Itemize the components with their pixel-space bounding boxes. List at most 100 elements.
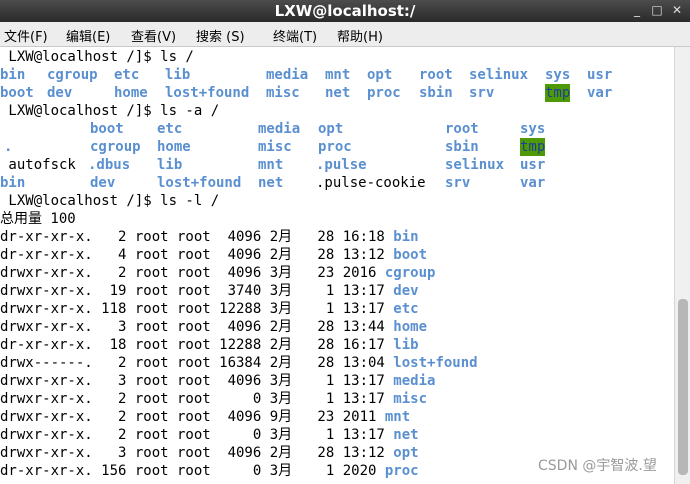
directory-entry: boot xyxy=(393,247,428,263)
terminal-line: drwxr-xr-x. 3 root root 4096 2月 28 13:12… xyxy=(0,444,419,462)
terminal-text: LXW@localhost /]$ ls -l / xyxy=(0,193,220,209)
terminal-line: drwxr-xr-x. 2 root root 4096 3月 23 2016 … xyxy=(0,264,435,282)
menu-help[interactable]: 帮助(H) xyxy=(337,26,383,45)
directory-entry: lib xyxy=(157,157,183,173)
menu-search[interactable]: 搜索 (S) xyxy=(196,26,245,45)
directory-entry: tmp xyxy=(545,84,571,102)
directory-entry: net xyxy=(393,427,419,443)
directory-entry: cgroup xyxy=(90,139,141,155)
directory-entry: misc xyxy=(393,391,428,407)
terminal-line: drwxr-xr-x. 3 root root 4096 3月 1 13:17 … xyxy=(0,372,435,390)
terminal-text: drwxr-xr-x. 3 root root 4096 2月 28 13:12 xyxy=(0,445,394,461)
terminal-line: dr-xr-xr-x. 18 root root 12288 2月 28 16:… xyxy=(0,336,419,354)
terminal-line: dr-xr-xr-x. 2 root root 4096 2月 28 16:18… xyxy=(0,228,419,246)
terminal-line: drwxr-xr-x. 3 root root 4096 2月 28 13:44… xyxy=(0,318,427,336)
directory-entry: sys xyxy=(520,121,546,137)
maximize-icon[interactable]: □ xyxy=(650,3,664,17)
directory-entry: sys xyxy=(545,67,571,83)
terminal-text: .pulse-cookie xyxy=(316,175,426,191)
menu-terminal[interactable]: 终端(T) xyxy=(273,26,317,45)
terminal-line: drwxr-xr-x. 2 root root 0 3月 1 13:17 mis… xyxy=(0,390,427,408)
directory-entry: dev xyxy=(90,175,116,191)
directory-entry: home xyxy=(393,319,428,335)
directory-entry: misc xyxy=(266,85,300,101)
directory-entry: etc xyxy=(393,301,419,317)
scrollbar[interactable] xyxy=(674,47,690,484)
directory-entry: lost+found xyxy=(393,355,478,371)
terminal-text: dr-xr-xr-x. 2 root root 4096 2月 28 16:18 xyxy=(0,229,394,245)
menu-bar: 文件(F) 编辑(E) 查看(V) 搜索 (S) 终端(T) 帮助(H) xyxy=(0,22,690,47)
terminal-text: dr-xr-xr-x. 156 root root 0 3月 1 2020 xyxy=(0,463,385,479)
terminal-text: drwxr-xr-x. 2 root root 0 3月 1 13:17 xyxy=(0,391,394,407)
directory-entry: dev xyxy=(47,85,73,101)
directory-entry: sbin xyxy=(445,139,479,155)
terminal-text: LXW@localhost /]$ ls -a / xyxy=(0,103,220,119)
directory-entry: cgroup xyxy=(384,265,436,281)
terminal-line: drwxr-xr-x. 118 root root 12288 3月 1 13:… xyxy=(0,300,419,318)
directory-entry: misc xyxy=(258,139,292,155)
terminal-line: drwxr-xr-x. 2 root root 0 3月 1 13:17 net xyxy=(0,426,419,444)
directory-entry: bin xyxy=(0,67,26,83)
directory-entry: media xyxy=(258,121,301,137)
terminal-text: 总用量 100 xyxy=(0,211,76,227)
terminal-line: dr-xr-xr-x. 4 root root 4096 2月 28 13:12… xyxy=(0,246,427,264)
directory-entry: selinux xyxy=(469,67,529,83)
terminal-text: drwxr-xr-x. 2 root root 4096 3月 23 2016 xyxy=(0,265,385,281)
directory-entry: sbin xyxy=(419,85,453,101)
directory-entry: tmp xyxy=(520,138,546,156)
directory-entry: net xyxy=(325,85,351,101)
terminal-text: autofsck xyxy=(0,157,76,173)
directory-entry: boot xyxy=(0,85,34,101)
terminal-text: dr-xr-xr-x. 18 root root 12288 2月 28 16:… xyxy=(0,337,394,353)
terminal-line: 总用量 100 xyxy=(0,210,76,228)
window-titlebar: LXW@localhost:/ _ □ ✕ xyxy=(0,0,690,22)
directory-entry: media xyxy=(393,373,436,389)
close-icon[interactable]: ✕ xyxy=(670,3,684,17)
directory-entry: opt xyxy=(367,67,393,83)
directory-entry: root xyxy=(445,121,479,137)
terminal-text: drwxr-xr-x. 2 root root 4096 9月 23 2011 xyxy=(0,409,385,425)
directory-entry: usr xyxy=(587,67,613,83)
directory-entry: .pulse xyxy=(316,157,367,173)
menu-edit[interactable]: 编辑(E) xyxy=(66,26,110,45)
directory-entry: proc xyxy=(367,85,401,101)
directory-entry: lib xyxy=(393,337,419,353)
menu-view[interactable]: 查看(V) xyxy=(131,26,176,45)
scrollbar-thumb[interactable] xyxy=(678,299,688,475)
terminal-line: LXW@localhost /]$ ls / xyxy=(0,48,193,66)
directory-entry: mnt xyxy=(325,67,351,83)
directory-entry: cgroup xyxy=(47,67,98,83)
directory-entry: var xyxy=(520,175,546,191)
terminal-text: drwxr-xr-x. 3 root root 4096 2月 28 13:44 xyxy=(0,319,394,335)
terminal-line: drwxr-xr-x. 19 root root 3740 3月 1 13:17… xyxy=(0,282,419,300)
directory-entry: bin xyxy=(393,229,419,245)
directory-entry: opt xyxy=(393,445,419,461)
directory-entry: bin xyxy=(0,175,26,191)
directory-entry: net xyxy=(258,175,284,191)
directory-entry: . xyxy=(4,139,13,155)
directory-entry: .dbus xyxy=(88,157,131,173)
terminal-line: drwxr-xr-x. 2 root root 4096 9月 23 2011 … xyxy=(0,408,410,426)
terminal-text: drwxr-xr-x. 19 root root 3740 3月 1 13:17 xyxy=(0,283,394,299)
directory-entry: opt xyxy=(318,121,344,137)
directory-entry: root xyxy=(419,67,453,83)
terminal-text: dr-xr-xr-x. 4 root root 4096 2月 28 13:12 xyxy=(0,247,394,263)
directory-entry: mnt xyxy=(384,409,411,425)
minimize-icon[interactable]: _ xyxy=(630,3,644,17)
menu-file[interactable]: 文件(F) xyxy=(4,26,48,45)
terminal-line: dr-xr-xr-x. 156 root root 0 3月 1 2020 pr… xyxy=(0,462,419,480)
directory-entry: lost+found xyxy=(157,175,242,191)
window-title: LXW@localhost:/ xyxy=(274,2,416,20)
directory-entry: mnt xyxy=(258,157,284,173)
terminal-output[interactable]: LXW@localhost /]$ ls / bin cgroup etc lib med… xyxy=(0,47,674,484)
terminal-text: drwxr-xr-x. 2 root root 0 3月 1 13:17 xyxy=(0,427,394,443)
directory-entry: home xyxy=(114,85,148,101)
directory-entry: var xyxy=(587,85,613,101)
directory-entry: proc xyxy=(384,463,419,479)
directory-entry: etc xyxy=(157,121,183,137)
directory-entry: media xyxy=(266,67,309,83)
directory-entry: lib xyxy=(165,67,191,83)
directory-entry: selinux xyxy=(445,157,505,173)
watermark: CSDN @宇智波.望 xyxy=(538,458,657,474)
directory-entry: srv xyxy=(445,175,471,191)
